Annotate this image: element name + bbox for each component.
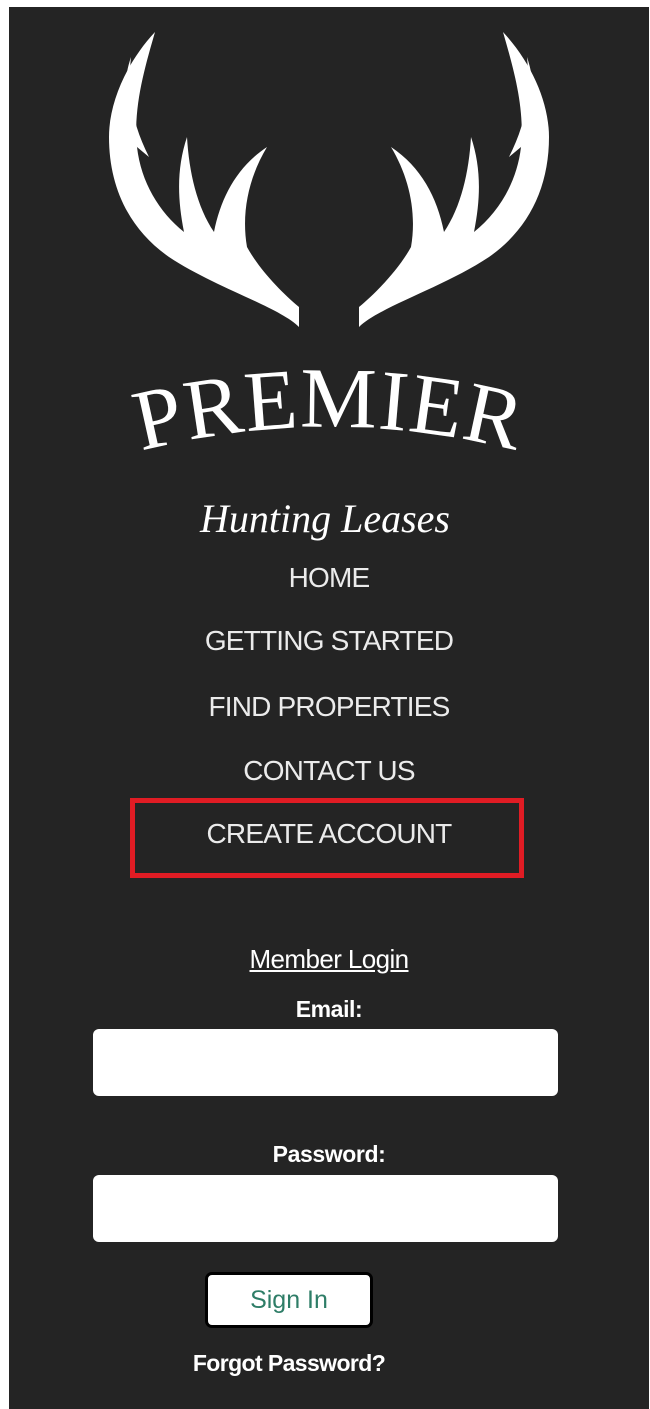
antlers-icon — [109, 32, 549, 327]
site-logo[interactable]: PREMIER Hunting Leases — [9, 7, 649, 567]
password-field[interactable] — [93, 1175, 558, 1242]
brand-tagline: Hunting Leases — [199, 496, 450, 541]
email-label: Email: — [295, 996, 363, 1022]
nav-create-account[interactable]: CREATE ACCOUNT — [9, 818, 649, 850]
svg-text:PREMIER: PREMIER — [124, 350, 533, 469]
member-login-title: Member Login — [249, 944, 410, 974]
nav-getting-started[interactable]: GETTING STARTED — [9, 625, 649, 657]
nav-find-properties[interactable]: FIND PROPERTIES — [9, 691, 649, 723]
brand-name: PREMIER — [124, 350, 533, 469]
nav-contact-us[interactable]: CONTACT US — [9, 755, 649, 787]
sign-in-button[interactable]: Sign In — [205, 1272, 373, 1328]
email-field[interactable] — [93, 1029, 558, 1096]
password-label: Password: — [272, 1141, 386, 1167]
forgot-password-link[interactable]: Forgot Password? — [9, 1350, 569, 1377]
page-panel: PREMIER Hunting Leases HOME GETTING STAR… — [9, 7, 649, 1409]
nav-home[interactable]: HOME — [9, 562, 649, 594]
